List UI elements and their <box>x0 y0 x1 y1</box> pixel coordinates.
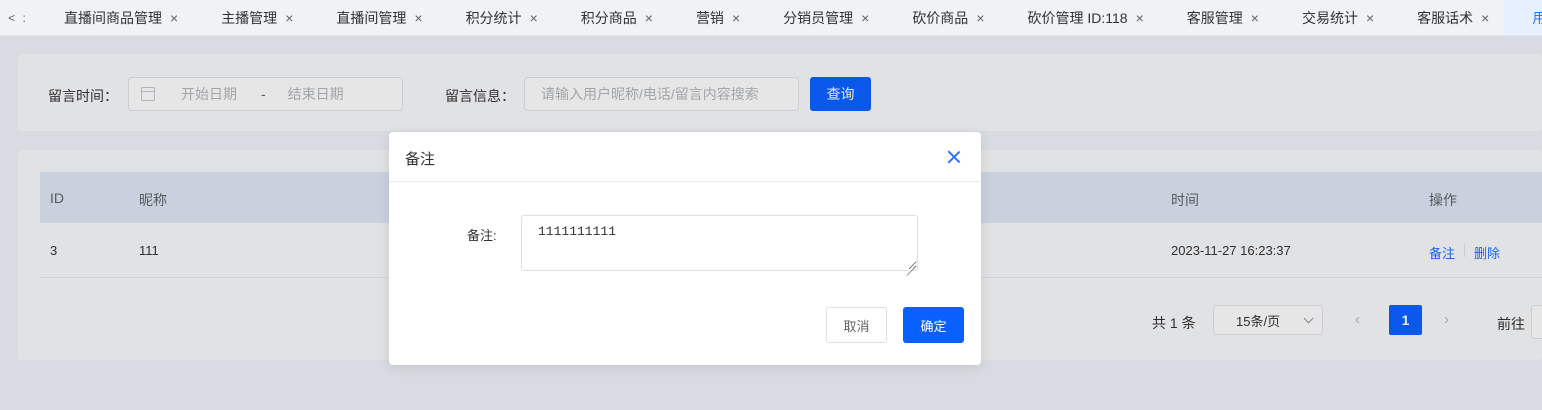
column-header-nickname: 昵称 <box>139 192 167 208</box>
tab-label: 直播间商品管理 <box>64 9 162 26</box>
goto-page-label: 前往 <box>1497 316 1525 332</box>
cell-nickname: 111 <box>139 243 159 258</box>
tab-distributor-management[interactable]: 分销员管理 × <box>755 0 884 35</box>
dialog-divider <box>389 181 981 182</box>
resize-handle-icon[interactable] <box>906 259 915 268</box>
message-time-label: 留言时间： <box>48 88 118 104</box>
start-date-placeholder[interactable]: 开始日期 <box>181 84 237 104</box>
tab-live-room-products[interactable]: 直播间商品管理 × <box>36 0 193 35</box>
tab-marketing[interactable]: 营销 × <box>668 0 755 35</box>
close-icon[interactable]: × <box>170 10 178 26</box>
date-range-separator: - <box>261 86 266 102</box>
column-header-time: 时间 <box>1171 192 1199 208</box>
remark-dialog: 备注 备注: 1111111111 取消 确定 <box>389 132 981 365</box>
tab-label: 积分商品 <box>580 9 637 26</box>
page-size-value: 15条/页 <box>1236 313 1281 329</box>
cancel-button[interactable]: 取消 <box>826 307 887 343</box>
tab-bargain-management[interactable]: 砍价管理 ID:118 × <box>1000 0 1159 35</box>
tab-scroll-left-button[interactable]: < : <box>0 0 36 35</box>
close-icon[interactable]: × <box>976 10 984 26</box>
close-icon[interactable]: × <box>285 10 293 26</box>
tab-label: 用户留言 <box>1532 8 1542 28</box>
goto-page-input[interactable] <box>1531 305 1542 339</box>
column-header-id: ID <box>50 190 64 206</box>
action-divider <box>1464 243 1465 257</box>
tab-bargain-products[interactable]: 砍价商品 × <box>884 0 999 35</box>
close-icon[interactable]: × <box>645 10 653 26</box>
pagination-total: 共 1 条 <box>1152 315 1196 331</box>
column-header-actions: 操作 <box>1429 192 1457 208</box>
page-size-select[interactable]: 15条/页 <box>1213 305 1323 335</box>
message-info-label: 留言信息： <box>445 88 515 104</box>
date-range-picker[interactable]: 开始日期 - 结束日期 <box>128 77 403 111</box>
tab-user-messages[interactable]: 用户留言× <box>1504 0 1542 35</box>
end-date-placeholder[interactable]: 结束日期 <box>288 84 344 104</box>
query-button[interactable]: 查询 <box>810 77 871 111</box>
tab-label: 交易统计 <box>1301 9 1358 26</box>
close-icon[interactable]: × <box>1366 10 1374 26</box>
close-icon[interactable]: × <box>1481 10 1489 26</box>
close-icon[interactable]: × <box>861 10 869 26</box>
close-icon[interactable]: × <box>732 10 740 26</box>
tab-bar: < : 直播间商品管理 × 主播管理 × 直播间管理 × 积分统计 × 积分商品 × 营销… <box>0 0 1542 36</box>
prev-page-button[interactable]: ‹ <box>1355 311 1360 328</box>
tab-anchor-management[interactable]: 主播管理 × <box>193 0 308 35</box>
tab-label: 主播管理 <box>221 9 278 26</box>
tab-label: 营销 <box>695 9 724 26</box>
close-icon[interactable]: × <box>414 10 422 26</box>
tab-label: 直播间管理 <box>336 9 407 26</box>
tab-label: 分销员管理 <box>783 9 854 26</box>
cell-time: 2023-11-27 16:23:37 <box>1171 243 1291 258</box>
next-page-button[interactable]: › <box>1444 311 1449 328</box>
close-icon[interactable] <box>947 150 961 164</box>
current-page-button[interactable]: 1 <box>1389 305 1422 335</box>
tab-label: 积分统计 <box>465 9 522 26</box>
close-icon[interactable]: × <box>530 10 538 26</box>
tab-transaction-stats[interactable]: 交易统计 × <box>1274 0 1389 35</box>
tab-customer-service[interactable]: 客服管理 × <box>1159 0 1274 35</box>
tab-label: 客服话术 <box>1417 9 1474 26</box>
close-icon[interactable]: × <box>1251 10 1259 26</box>
delete-link[interactable]: 删除 <box>1474 243 1500 262</box>
tab-live-room-management[interactable]: 直播间管理 × <box>308 0 437 35</box>
remark-field-label: 备注: <box>467 228 497 243</box>
remark-link[interactable]: 备注 <box>1429 243 1455 262</box>
tab-service-scripts[interactable]: 客服话术 × <box>1389 0 1504 35</box>
cell-id: 3 <box>50 243 58 258</box>
message-search-input[interactable]: 请输入用户昵称/电话/留言内容搜索 <box>524 77 799 111</box>
calendar-icon <box>141 87 155 101</box>
chevron-down-icon <box>1303 313 1314 324</box>
tab-label: 砍价管理 ID:118 <box>1027 9 1128 26</box>
remark-textarea[interactable]: 1111111111 <box>521 215 918 271</box>
tab-label: 客服管理 <box>1186 9 1243 26</box>
tab-points-stats[interactable]: 积分统计 × <box>438 0 553 35</box>
dialog-title: 备注 <box>405 151 436 168</box>
confirm-button[interactable]: 确定 <box>903 307 964 343</box>
tab-label: 砍价商品 <box>912 9 969 26</box>
close-icon[interactable]: × <box>1136 10 1144 26</box>
tab-points-products[interactable]: 积分商品 × <box>553 0 668 35</box>
